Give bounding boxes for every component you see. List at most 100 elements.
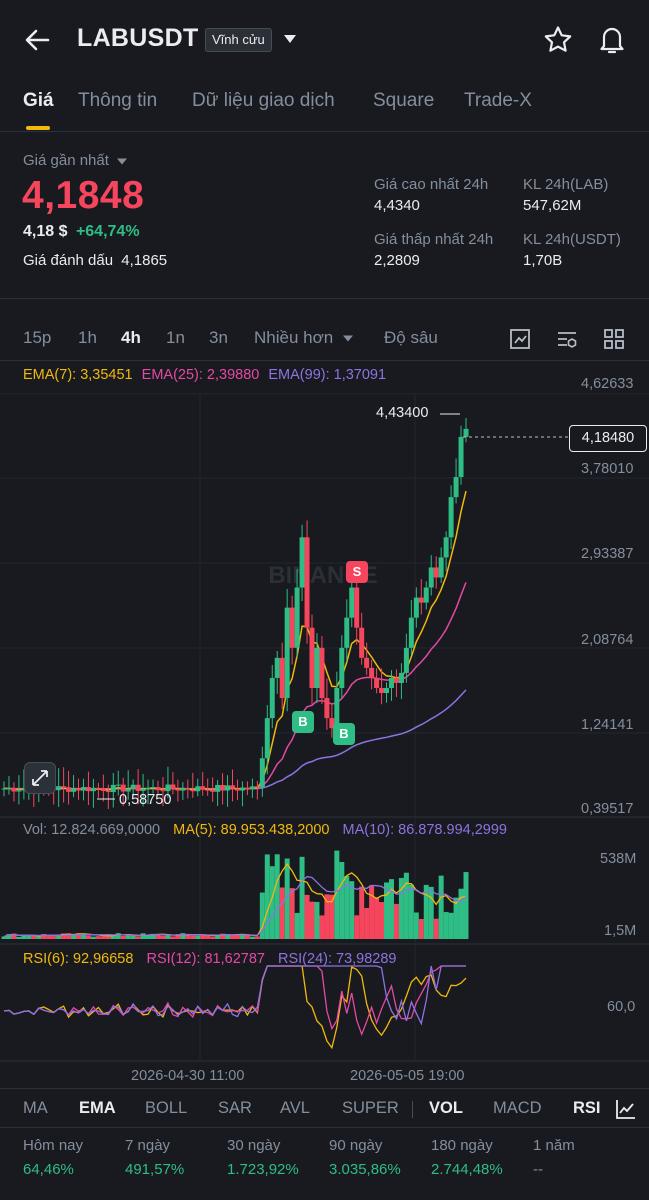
candle-body [359, 627, 365, 658]
tab-square[interactable]: Square [373, 90, 434, 120]
volume-bar [374, 897, 380, 939]
candle-body [71, 788, 77, 792]
timeframe-15p[interactable]: 15p [23, 328, 51, 348]
candle-body [105, 791, 111, 793]
volume-bar [448, 912, 454, 939]
candle-body [398, 672, 404, 683]
candle-body [274, 657, 280, 678]
indicator-sar[interactable]: SAR [218, 1099, 252, 1118]
tab-trade-x[interactable]: Trade-X [464, 90, 532, 120]
timeframe-3n[interactable]: 3n [209, 328, 228, 348]
tab-trading-data[interactable]: Dữ liệu giao dịch [192, 90, 335, 120]
indicator-settings-icon[interactable] [555, 327, 579, 351]
candle-body [80, 787, 86, 791]
candle-body [95, 787, 101, 789]
buy-marker[interactable]: B [292, 711, 314, 733]
volume-bar [299, 856, 305, 939]
vol-usdt-label: KL 24h(USDT) [523, 231, 621, 248]
candle-body [339, 647, 345, 688]
star-icon[interactable] [542, 24, 574, 56]
tab-info[interactable]: Thông tin [78, 90, 157, 120]
layout-grid-icon[interactable] [602, 327, 626, 351]
perf-90d-value: 3.035,86% [329, 1161, 401, 1178]
candle-body [408, 617, 414, 648]
candle-body [463, 428, 469, 437]
candle-body [234, 788, 240, 791]
price-change: +64,74% [75, 223, 140, 240]
y-tick-5: 1,24141 [581, 717, 634, 733]
candle-body [150, 787, 156, 789]
ema7-legend: EMA(7): 3,35451 [23, 367, 133, 383]
volume-bar [90, 936, 96, 939]
volume-bar [71, 935, 77, 939]
buy-marker[interactable]: B [333, 723, 355, 745]
volume-bar [388, 879, 394, 939]
back-arrow-icon[interactable] [20, 22, 56, 58]
candle-body [140, 789, 146, 791]
candle-body [393, 677, 399, 683]
candle-body [120, 784, 126, 792]
pair-title[interactable]: LABUSDT [77, 24, 199, 53]
tab-price[interactable]: Giá [23, 90, 54, 120]
indicator-macd[interactable]: MACD [493, 1099, 542, 1118]
candle-body [269, 677, 275, 719]
perf-180d-value: 2.744,48% [431, 1161, 503, 1178]
indicator-boll[interactable]: BOLL [145, 1099, 187, 1118]
divider [0, 1127, 649, 1128]
divider [0, 1088, 649, 1089]
chevron-down-icon[interactable] [282, 33, 298, 45]
indicator-ema[interactable]: EMA [79, 1099, 116, 1118]
volume-bar [408, 884, 414, 939]
candle-body [279, 657, 285, 699]
bell-icon[interactable] [596, 22, 628, 56]
candle-body [448, 497, 454, 538]
candle-body [299, 537, 305, 588]
rsi-tick: 60,0 [607, 999, 636, 1015]
candle-body [200, 786, 206, 790]
volume-bar [433, 918, 439, 939]
candle-body [388, 677, 394, 688]
volume-bar [115, 933, 121, 939]
indicator-ma[interactable]: MA [23, 1099, 48, 1118]
candle-body [230, 785, 236, 789]
indicator-rsi[interactable]: RSI [573, 1099, 601, 1118]
indicator-super[interactable]: SUPER [342, 1099, 399, 1118]
volume-bar [369, 885, 375, 939]
chart-type-icon[interactable] [508, 327, 532, 351]
price-usd-row: 4,18 $ +64,74% [23, 223, 140, 241]
last-price-label[interactable]: Giá gần nhất [23, 152, 128, 169]
volume-bar [160, 935, 166, 939]
indicator-vol[interactable]: VOL [429, 1099, 463, 1118]
last-price-label-text: Giá gần nhất [23, 152, 109, 169]
volume-bar [418, 918, 424, 939]
ma10-legend: MA(10): 86.878.994,2999 [342, 822, 507, 838]
candle-body [314, 647, 320, 688]
candle-body [294, 587, 300, 648]
candle-body [413, 597, 419, 618]
volume-bar [120, 935, 126, 939]
perf-7d-value: 491,57% [125, 1161, 185, 1178]
candle-body [354, 587, 360, 628]
kline-chart[interactable]: BINANCE [0, 361, 649, 1091]
timeframe-more[interactable]: Nhiều hơn [254, 328, 354, 348]
volume-bar [125, 935, 131, 939]
timeframe-1n[interactable]: 1n [166, 328, 185, 348]
depth-tab[interactable]: Độ sâu [384, 328, 438, 348]
sell-marker[interactable]: S [346, 561, 368, 583]
y-tick-1: 4,62633 [581, 376, 634, 392]
expand-chart-icon[interactable] [24, 762, 56, 794]
timeframe-1h[interactable]: 1h [78, 328, 97, 348]
volume-bar [314, 901, 320, 939]
x-tick-2: 2026-05-05 19:00 [350, 1068, 465, 1084]
indicator-chart-icon[interactable] [614, 1097, 638, 1121]
volume-bar [85, 935, 91, 939]
candle-body [264, 718, 270, 759]
volume-bar [16, 936, 22, 939]
current-price-tag[interactable]: 4,18480 [569, 425, 647, 452]
volume-bar [294, 912, 300, 939]
timeframe-4h[interactable]: 4h [121, 328, 141, 348]
perf-today-value: 64,46% [23, 1161, 74, 1178]
indicator-avl[interactable]: AVL [280, 1099, 310, 1118]
candle-body [110, 784, 116, 793]
ema-legend: EMA(7): 3,35451 EMA(25): 2,39880 EMA(99)… [23, 367, 386, 383]
